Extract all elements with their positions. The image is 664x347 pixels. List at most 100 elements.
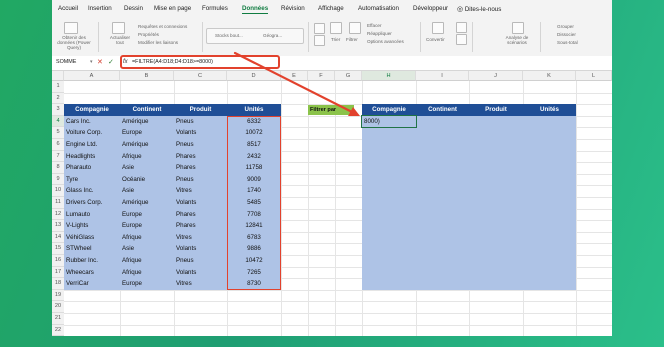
row-header[interactable]: 18 xyxy=(52,278,64,290)
sort-icon[interactable] xyxy=(330,22,342,34)
stocks-data-type[interactable]: Stocks bout... xyxy=(215,33,243,38)
row-header[interactable]: 17 xyxy=(52,266,64,279)
tab-accueil[interactable]: Accueil xyxy=(58,5,78,12)
arrow-line xyxy=(233,51,356,115)
row-header[interactable]: 11 xyxy=(52,197,64,209)
row-header[interactable]: 22 xyxy=(52,324,64,336)
row-header[interactable]: 9 xyxy=(52,173,64,186)
table-cell[interactable]: V-Lights xyxy=(66,220,120,232)
what-if-icon[interactable] xyxy=(512,22,524,34)
tell-me-search[interactable]: ◎ Dites-le-nous xyxy=(457,5,501,13)
table-cell[interactable]: VerriCar xyxy=(66,278,120,290)
table-cell[interactable]: Afrique xyxy=(122,255,174,267)
ungroup-button[interactable]: Dissocier xyxy=(557,32,576,37)
table-cell[interactable]: Vitres xyxy=(176,278,227,290)
table-cell[interactable]: Asie xyxy=(122,162,174,174)
tab-donnees[interactable]: Données xyxy=(242,5,269,14)
refresh-icon[interactable] xyxy=(112,22,125,34)
get-data-icon[interactable] xyxy=(64,22,78,34)
tab-revision[interactable]: Révision xyxy=(281,5,305,12)
table-cell[interactable]: VéhiGlass xyxy=(66,232,120,244)
table-cell[interactable]: Glass Inc. xyxy=(66,185,120,197)
table-cell[interactable]: Headlights xyxy=(66,151,120,163)
table-cell[interactable]: Vitres xyxy=(176,185,227,197)
table-cell[interactable]: Rubber Inc. xyxy=(66,255,120,267)
row-header[interactable]: 8 xyxy=(52,162,64,174)
table-cell[interactable]: Phares xyxy=(176,220,227,232)
table-cell[interactable]: Volants xyxy=(176,243,227,255)
what-if-analysis-button[interactable]: Analyse de scénarios xyxy=(500,35,534,45)
table-cell[interactable]: Afrique xyxy=(122,232,174,244)
table-cell[interactable]: Tyre xyxy=(66,174,120,186)
spreadsheet-grid: A B C D E F G H I J K L 1 2 3 4 5 6 7 8 … xyxy=(52,51,612,336)
table-cell[interactable]: Océanie xyxy=(122,174,174,186)
table-cell[interactable]: Lumauto xyxy=(66,209,120,221)
ribbon-separator xyxy=(202,22,203,52)
sort-za-icon[interactable] xyxy=(314,35,325,46)
advanced-filter-button[interactable]: Options avancées xyxy=(367,39,404,44)
table-cell[interactable]: Europe xyxy=(122,278,174,290)
tab-developpeur[interactable]: Développeur xyxy=(413,5,448,12)
tab-mise-en-page[interactable]: Mise en page xyxy=(154,5,191,12)
subtotal-button[interactable]: Sous-total xyxy=(557,40,578,45)
tab-formules[interactable]: Formules xyxy=(202,5,228,12)
table-cell[interactable]: Afrique xyxy=(122,151,174,163)
tab-affichage[interactable]: Affichage xyxy=(318,5,344,12)
table-cell[interactable]: Vitres xyxy=(176,232,227,244)
table-cell[interactable]: Phares xyxy=(176,209,227,221)
row-header[interactable]: 15 xyxy=(52,243,64,255)
table-cell[interactable]: Amérique xyxy=(122,197,174,209)
convert-button[interactable]: Convertir xyxy=(426,37,445,42)
reapply-button[interactable]: Réappliquer xyxy=(367,31,392,36)
row-header[interactable]: 21 xyxy=(52,313,64,325)
table-cell[interactable]: Phares xyxy=(176,151,227,163)
filter-button[interactable]: Filtrer xyxy=(346,37,358,42)
table-cell[interactable]: Asie xyxy=(122,185,174,197)
menu-tab-bar: Accueil Insertion Dessin Mise en page Fo… xyxy=(52,0,612,18)
tell-me-label: Dites-le-nous xyxy=(464,6,502,13)
table-cell[interactable]: Volants xyxy=(176,197,227,209)
table-cell[interactable]: STWheel xyxy=(66,243,120,255)
get-data-label[interactable]: Obtenir des données (Power Query) xyxy=(54,35,94,50)
queries-connections-button[interactable]: Requêtes et connexions xyxy=(138,24,187,29)
group-button[interactable]: Grouper xyxy=(557,24,574,29)
tab-automatisation[interactable]: Automatisation xyxy=(358,5,399,12)
gridline xyxy=(64,324,612,326)
table-cell[interactable]: Drivers Corp. xyxy=(66,197,120,209)
table-cell[interactable]: Pneus xyxy=(176,255,227,267)
table-cell[interactable]: Europe xyxy=(122,220,174,232)
table-cell[interactable]: Afrique xyxy=(122,267,174,279)
refresh-all-label[interactable]: Actualiser tout xyxy=(108,35,132,45)
table-cell[interactable]: Asie xyxy=(122,243,174,255)
data-types-gallery[interactable]: Stocks bout... Géogra... xyxy=(206,28,304,44)
flash-fill-icon[interactable] xyxy=(456,22,467,33)
annotation-arrow xyxy=(233,51,360,116)
row-header[interactable]: 14 xyxy=(52,231,64,244)
row-header[interactable]: 12 xyxy=(52,208,64,221)
clear-filter-button[interactable]: Effacer xyxy=(367,23,381,28)
sort-button[interactable]: Trier xyxy=(331,37,340,42)
table-cell[interactable]: Europe xyxy=(122,209,174,221)
tab-dessin[interactable]: Dessin xyxy=(124,5,143,12)
ribbon-separator xyxy=(308,22,309,52)
tab-insertion[interactable]: Insertion xyxy=(88,5,112,12)
row-header[interactable]: 16 xyxy=(52,255,64,267)
sort-az-icon[interactable] xyxy=(314,23,325,34)
gridline xyxy=(64,301,612,303)
properties-button[interactable]: Propriétés xyxy=(138,32,159,37)
row-header[interactable]: 7 xyxy=(52,150,64,163)
row-header[interactable]: 20 xyxy=(52,301,64,313)
table-cell[interactable]: Pneus xyxy=(176,174,227,186)
table-cell[interactable]: Pharauto xyxy=(66,162,120,174)
table-cell[interactable]: Volants xyxy=(176,267,227,279)
edit-links-button[interactable]: Modifier les liaisons xyxy=(138,40,178,45)
filter-icon[interactable] xyxy=(349,22,361,34)
row-header[interactable]: 10 xyxy=(52,185,64,197)
table-cell[interactable]: Phares xyxy=(176,162,227,174)
text-to-columns-icon[interactable] xyxy=(432,22,444,34)
row-header[interactable]: 13 xyxy=(52,220,64,232)
remove-duplicates-icon[interactable] xyxy=(456,34,467,45)
geography-data-type[interactable]: Géogra... xyxy=(263,33,282,38)
row-header[interactable]: 19 xyxy=(52,289,64,302)
table-cell[interactable]: Wheecars xyxy=(66,267,120,279)
